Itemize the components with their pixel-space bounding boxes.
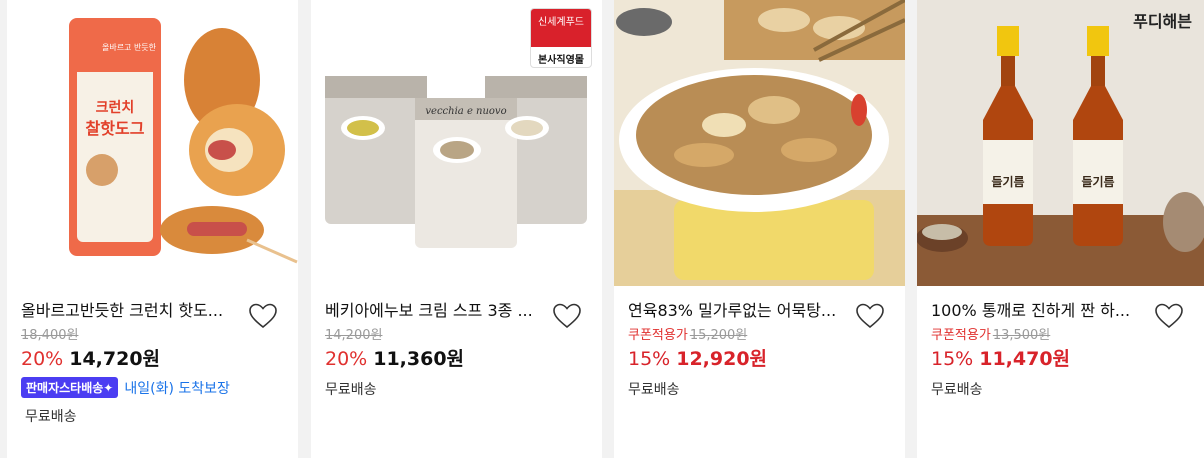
wishlist-heart-icon[interactable]: [1154, 302, 1184, 330]
sale-price: 11,360원: [373, 348, 465, 370]
package-brand: 올바르고 반듯한: [102, 42, 157, 52]
logo-top-text: 신세계푸드: [531, 9, 591, 47]
wishlist-heart-icon[interactable]: [855, 302, 885, 330]
discount-rate: 20%: [21, 348, 64, 370]
original-price: 13,500원: [992, 328, 1051, 343]
wishlist-heart-icon[interactable]: [248, 302, 278, 330]
product-card[interactable]: 들기름 들기름 푸디해븐 100% 통깨로 진하게 짠 하... 쿠폰적용가 13…: [917, 0, 1204, 458]
sale-price: 11,470원: [979, 348, 1071, 370]
sale-price: 12,920원: [676, 348, 768, 370]
bottle-label: 들기름: [991, 174, 1024, 189]
product-image[interactable]: 들기름 들기름 푸디해븐: [917, 0, 1204, 286]
product-name[interactable]: 100% 통깨로 진하게 짠 하...: [931, 300, 1149, 322]
product-card[interactable]: 크런치 찰핫도그 올바르고 반듯한 올바르고반듯한 크런치 핫도... 18,4…: [7, 0, 298, 458]
product-image[interactable]: 크런치 찰핫도그 올바르고 반듯한: [7, 0, 298, 286]
sale-price: 14,720원: [69, 348, 161, 370]
original-price: 18,400원: [21, 328, 79, 343]
original-price: 14,200원: [325, 328, 383, 343]
perilla-oil-illustration: 들기름 들기름: [917, 0, 1204, 286]
shipping-info: 무료배송: [931, 382, 983, 398]
product-image[interactable]: vecchia e nuovo 신세계푸드 본사직영몰: [311, 0, 602, 286]
discount-rate: 20%: [325, 348, 368, 370]
arrival-guarantee: 내일(화) 도착보장: [124, 380, 230, 397]
logo-bottom-text: 본사직영몰: [538, 55, 584, 66]
coupon-label: 쿠폰적용가: [931, 328, 991, 343]
product-image[interactable]: [614, 0, 905, 286]
bottle-label: 들기름: [1081, 174, 1114, 189]
discount-rate: 15%: [931, 348, 974, 370]
wishlist-heart-icon[interactable]: [552, 302, 582, 330]
product-row: 크런치 찰핫도그 올바르고 반듯한 올바르고반듯한 크런치 핫도... 18,4…: [0, 0, 1204, 458]
product-name[interactable]: 연육83% 밀가루없는 어묵탕...: [628, 300, 846, 322]
hotdog-illustration: 크런치 찰핫도그 올바르고 반듯한: [7, 0, 298, 286]
seller-star-delivery-badge: 판매자스타배송✦: [21, 377, 119, 398]
discount-rate: 15%: [628, 348, 671, 370]
product-card[interactable]: vecchia e nuovo 신세계푸드 본사직영몰 베키아에누보 크림 스프…: [311, 0, 602, 458]
product-name[interactable]: 올바르고반듯한 크런치 핫도...: [21, 300, 239, 322]
package-title-2: 찰핫도그: [86, 119, 145, 138]
product-card[interactable]: 연육83% 밀가루없는 어묵탕... 쿠폰적용가 15,200원 15% 12,92…: [614, 0, 905, 458]
foodyhaven-logo: 푸디해븐: [1133, 12, 1192, 31]
fishcake-soup-illustration: [614, 0, 905, 286]
coupon-label: 쿠폰적용가: [628, 328, 688, 343]
product-name[interactable]: 베키아에누보 크림 스프 3종 ...: [325, 300, 543, 322]
shipping-info: 무료배송: [25, 409, 77, 425]
shinsegae-food-logo: 신세계푸드 본사직영몰: [530, 8, 592, 68]
original-price: 15,200원: [689, 328, 748, 343]
shipping-info: 무료배송: [325, 382, 377, 398]
package-brand: vecchia e nuovo: [425, 106, 506, 117]
shipping-info: 무료배송: [628, 382, 680, 398]
package-title: 크런치: [96, 99, 135, 116]
